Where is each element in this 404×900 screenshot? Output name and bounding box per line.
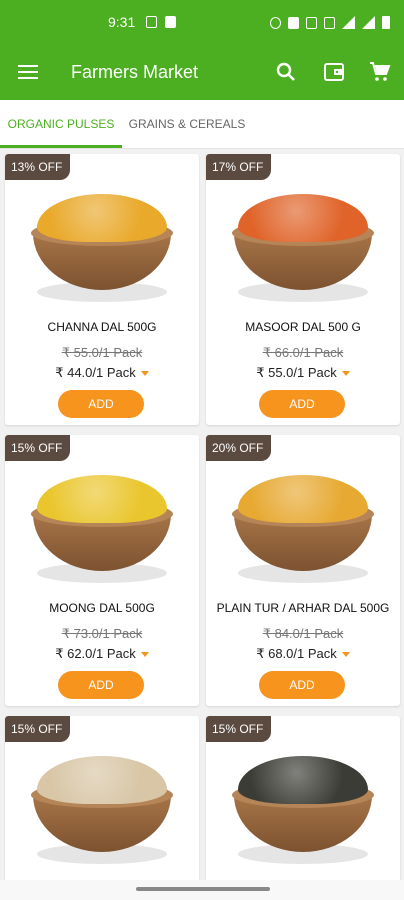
current-price: ₹ 55.0/1 Pack bbox=[256, 365, 337, 380]
search-icon[interactable] bbox=[274, 60, 298, 84]
tab-grains-cereals[interactable]: GRAINS & CEREALS bbox=[122, 100, 252, 148]
product-card[interactable]: 13% OFF CHANNA DAL 500G ₹ 55.0/1 Pack ₹ … bbox=[5, 154, 199, 425]
menu-icon[interactable] bbox=[18, 65, 38, 79]
add-button[interactable]: ADD bbox=[58, 390, 144, 418]
product-name: PLAIN TUR / ARHAR DAL 500G bbox=[216, 601, 390, 615]
discount-badge: 15% OFF bbox=[5, 435, 71, 461]
active-tab-indicator bbox=[0, 145, 122, 148]
discount-badge: 15% OFF bbox=[206, 716, 272, 742]
home-gesture-handle[interactable] bbox=[136, 887, 270, 891]
current-price: ₹ 62.0/1 Pack bbox=[55, 646, 136, 661]
wallet-icon[interactable] bbox=[322, 60, 346, 84]
current-price: ₹ 68.0/1 Pack bbox=[256, 646, 337, 661]
alarm-icon bbox=[270, 16, 281, 29]
original-price: ₹ 73.0/1 Pack bbox=[61, 626, 143, 641]
original-price: ₹ 55.0/1 Pack bbox=[61, 345, 143, 360]
original-price: ₹ 84.0/1 Pack bbox=[262, 626, 344, 641]
product-image bbox=[27, 744, 177, 874]
discount-badge: 15% OFF bbox=[5, 716, 71, 742]
status-time: 9:31 bbox=[108, 14, 136, 30]
price-selector[interactable]: ₹ 68.0/1 Pack bbox=[206, 646, 400, 662]
dropdown-caret-icon[interactable] bbox=[140, 371, 149, 377]
battery-icon bbox=[382, 16, 390, 29]
product-image bbox=[27, 463, 177, 593]
product-card[interactable]: 20% OFF PLAIN TUR / ARHAR DAL 500G ₹ 84.… bbox=[206, 435, 400, 706]
product-image bbox=[27, 182, 177, 312]
app-bar: Farmers Market bbox=[0, 44, 404, 100]
data-icon bbox=[306, 16, 317, 29]
image-icon bbox=[165, 16, 176, 28]
product-image bbox=[228, 463, 378, 593]
product-card[interactable]: 17% OFF MASOOR DAL 500 G ₹ 66.0/1 Pack ₹… bbox=[206, 154, 400, 425]
app-title: Farmers Market bbox=[71, 62, 199, 82]
price-selector[interactable]: ₹ 62.0/1 Pack bbox=[5, 646, 199, 662]
signal-icon bbox=[362, 16, 375, 29]
product-image bbox=[228, 744, 378, 874]
product-name: MASOOR DAL 500 G bbox=[245, 320, 361, 334]
price-selector[interactable]: ₹ 44.0/1 Pack bbox=[5, 365, 199, 381]
dropdown-caret-icon[interactable] bbox=[341, 652, 350, 658]
product-name: MOONG DAL 500G bbox=[49, 601, 155, 615]
product-card[interactable]: 15% OFF bbox=[5, 716, 199, 886]
current-price: ₹ 44.0/1 Pack bbox=[55, 365, 136, 380]
status-bar: 9:31 bbox=[0, 0, 404, 44]
add-button[interactable]: ADD bbox=[259, 390, 345, 418]
add-button[interactable]: ADD bbox=[259, 671, 345, 699]
add-button[interactable]: ADD bbox=[58, 671, 144, 699]
discount-badge: 17% OFF bbox=[206, 154, 272, 180]
product-card[interactable]: 15% OFF bbox=[206, 716, 400, 886]
original-price: ₹ 66.0/1 Pack bbox=[262, 345, 344, 360]
cart-icon[interactable] bbox=[368, 60, 392, 84]
product-name: CHANNA DAL 500G bbox=[47, 320, 157, 334]
sim-icon bbox=[146, 16, 157, 28]
mute-icon bbox=[324, 16, 335, 29]
nfc-icon bbox=[288, 16, 299, 29]
wifi-icon bbox=[342, 16, 355, 29]
product-image bbox=[228, 182, 378, 312]
category-tabs: ORGANIC PULSES GRAINS & CEREALS bbox=[0, 100, 404, 149]
discount-badge: 13% OFF bbox=[5, 154, 71, 180]
product-card[interactable]: 15% OFF MOONG DAL 500G ₹ 73.0/1 Pack ₹ 6… bbox=[5, 435, 199, 706]
price-selector[interactable]: ₹ 55.0/1 Pack bbox=[206, 365, 400, 381]
dropdown-caret-icon[interactable] bbox=[140, 652, 149, 658]
dropdown-caret-icon[interactable] bbox=[341, 371, 350, 377]
tab-organic-pulses[interactable]: ORGANIC PULSES bbox=[0, 100, 122, 148]
discount-badge: 20% OFF bbox=[206, 435, 272, 461]
navigation-bar bbox=[0, 880, 404, 900]
